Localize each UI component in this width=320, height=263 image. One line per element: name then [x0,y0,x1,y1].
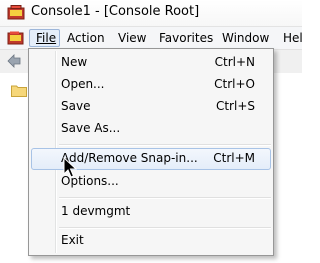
file-menu-dropdown: New Ctrl+N Open... Ctrl+O Save Ctrl+S Sa… [28,48,274,256]
menu-window-label: Window [222,31,270,45]
menu-item-label: Save As... [61,121,121,135]
menu-item-label: Add/Remove Snap-in... [61,151,198,165]
mouse-pointer-icon [63,156,78,179]
back-arrow-icon[interactable] [7,54,21,68]
menu-item-label: New [61,55,88,69]
menu-separator [59,144,271,146]
mmc-console-icon[interactable] [7,5,25,20]
menu-item-recent-devmgmt[interactable]: 1 devmgmt [31,201,271,223]
menu-window[interactable]: Window [216,29,275,47]
menu-item-shortcut: Ctrl+O [214,77,255,91]
menu-help-label: Help [283,31,302,45]
mmc-window: Console1 - [Console Root] File Action Vi… [0,0,302,263]
menu-item-label: Exit [61,233,84,247]
title-bar[interactable]: Console1 - [Console Root] [0,0,302,27]
menu-file-label: File [36,31,57,45]
menu-item-save-as[interactable]: Save As... [31,118,271,140]
menu-item-label: Save [61,99,91,113]
menu-item-shortcut: Ctrl+M [213,151,255,165]
menu-item-new[interactable]: New Ctrl+N [31,52,271,74]
menu-separator [59,227,271,229]
folder-icon[interactable] [11,84,27,97]
menu-favorites[interactable]: Favorites [153,29,219,47]
menu-help[interactable]: Help [277,29,302,47]
console-doc-icon[interactable] [7,31,25,45]
menu-separator [59,197,271,199]
menu-item-label: 1 devmgmt [61,204,131,218]
menu-item-shortcut: Ctrl+N [214,55,255,69]
menu-view[interactable]: View [112,29,152,47]
window-title: Console1 - [Console Root] [31,4,200,19]
menu-bar: File Action View Favorites Window Help [0,27,302,50]
menu-action[interactable]: Action [61,29,111,47]
menu-item-exit[interactable]: Exit [31,230,271,252]
menu-item-save[interactable]: Save Ctrl+S [31,96,271,118]
menu-favorites-label: Favorites [159,31,214,45]
menu-item-label: Open... [61,77,105,91]
menu-action-label: Action [67,31,105,45]
menu-view-label: View [118,31,147,45]
menu-item-shortcut: Ctrl+S [215,99,255,113]
menu-file[interactable]: File [29,29,60,47]
menu-item-open[interactable]: Open... Ctrl+O [31,74,271,96]
